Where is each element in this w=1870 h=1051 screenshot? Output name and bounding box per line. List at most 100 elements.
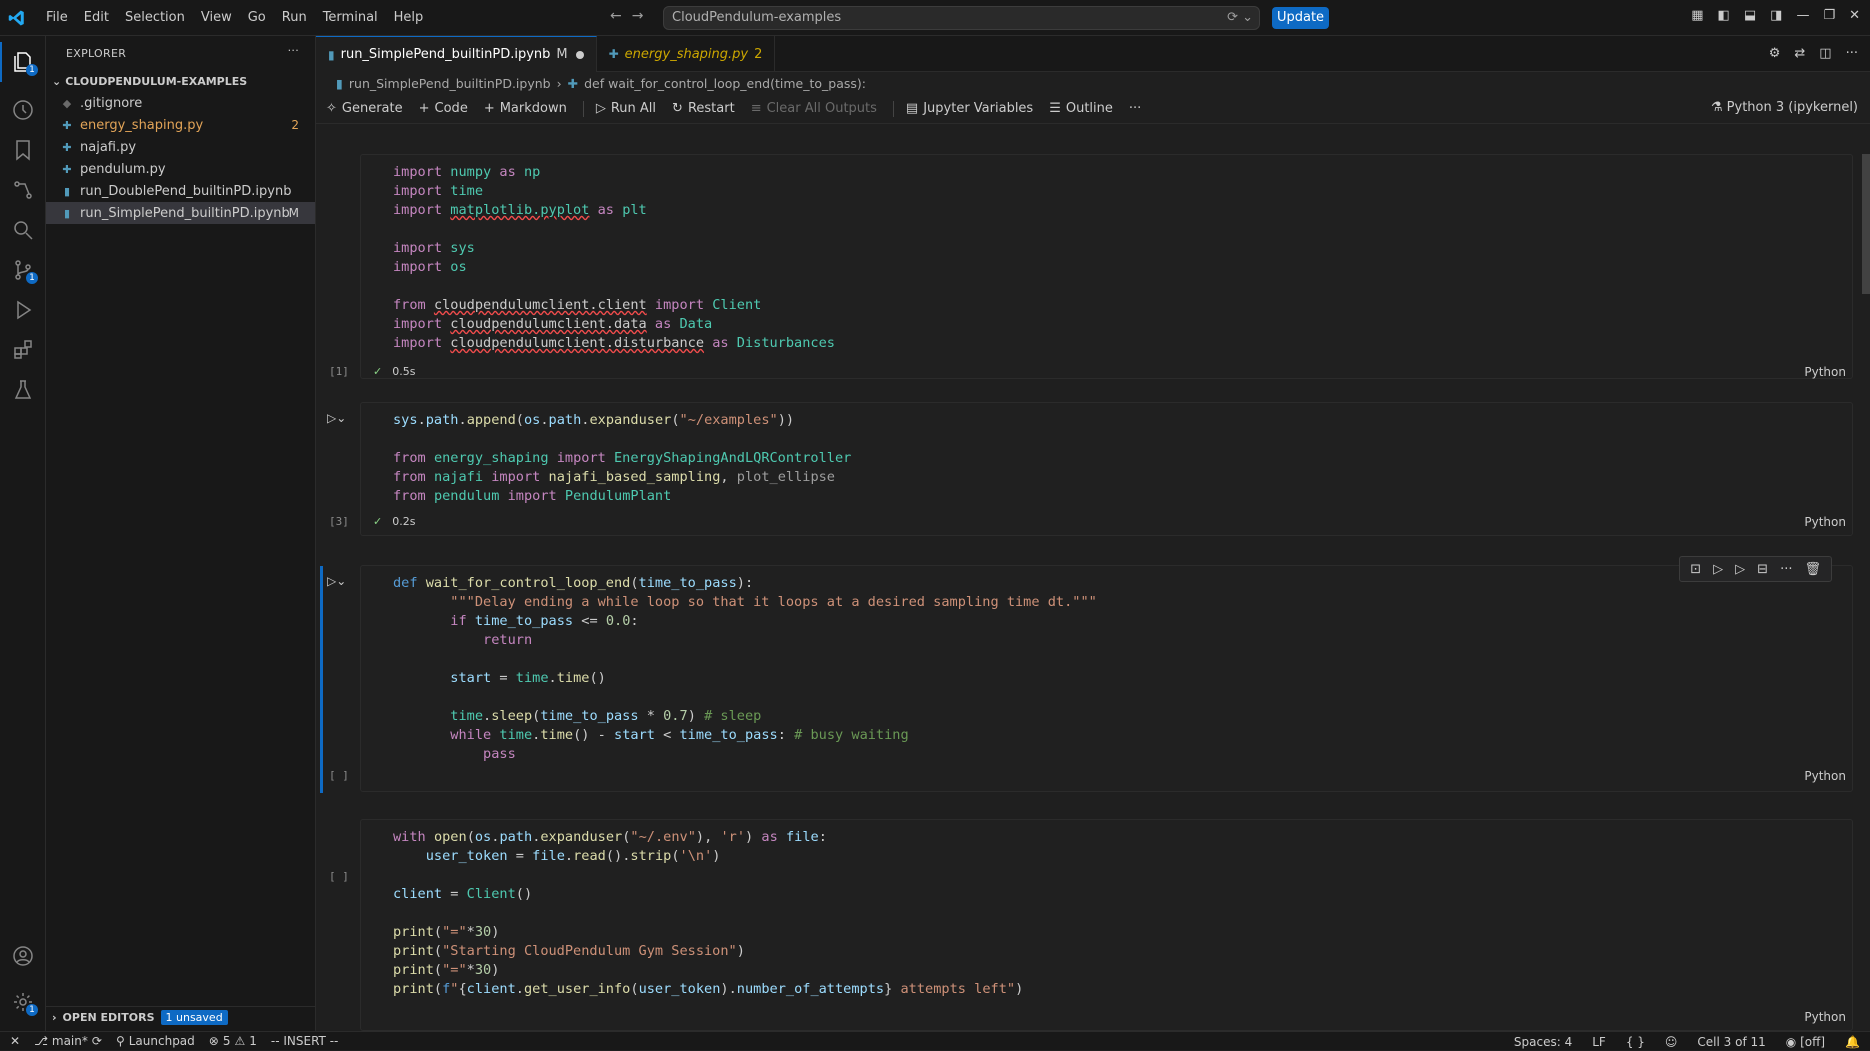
compare-icon[interactable]: ⇄: [1794, 46, 1805, 61]
more-actions-icon[interactable]: ···: [1129, 101, 1141, 116]
kernel-picker[interactable]: ⚗ Python 3 (ipykernel): [1711, 100, 1858, 115]
indentation-item[interactable]: Spaces: 4: [1514, 1035, 1572, 1049]
add-code-button[interactable]: + Code: [419, 101, 468, 116]
split-cell-icon[interactable]: ⊟: [1757, 562, 1768, 577]
cell-code[interactable]: def wait_for_control_loop_end(time_to_pa…: [393, 574, 1097, 764]
launchpad-item[interactable]: ⚲ Launchpad: [116, 1034, 195, 1048]
run-by-line-icon[interactable]: ⊡: [1690, 562, 1701, 577]
trash-icon[interactable]: 🗑: [1804, 562, 1821, 577]
execute-below-icon[interactable]: ▷: [1735, 562, 1745, 577]
command-center[interactable]: CloudPendulum-examples ⟳ ⌄: [663, 6, 1260, 30]
menu-view[interactable]: View: [193, 10, 240, 25]
restart-label: Restart: [687, 101, 735, 116]
code-cell[interactable]: import numpy as np import time import ma…: [329, 154, 1853, 379]
problems-item[interactable]: ⊗ 5 ⚠ 1: [209, 1034, 257, 1048]
testing-icon[interactable]: [0, 370, 46, 410]
workspace-folder[interactable]: ⌄ CLOUDPENDULUM-EXAMPLES: [46, 70, 315, 92]
extensions-icon[interactable]: [0, 330, 46, 370]
minimize-icon[interactable]: —: [1796, 8, 1809, 23]
explorer-icon[interactable]: 1: [0, 42, 46, 82]
code-cell[interactable]: ⊡ ▷ ▷ ⊟ ··· 🗑 ▷⌄ def wait_for_control_lo…: [320, 556, 1853, 793]
menu-file[interactable]: File: [38, 10, 76, 25]
menu-selection[interactable]: Selection: [117, 10, 193, 25]
search-icon[interactable]: [0, 210, 46, 250]
toggle-secondary-icon[interactable]: ◨: [1770, 8, 1782, 23]
open-editors-label: OPEN EDITORS: [62, 1011, 155, 1024]
forward-arrow-icon[interactable]: →: [632, 8, 644, 24]
generate-button[interactable]: ✧ Generate: [326, 101, 403, 116]
bookmark-icon[interactable]: [0, 130, 46, 170]
unsaved-dot-icon[interactable]: [575, 50, 584, 59]
breadcrumb-symbol[interactable]: def wait_for_control_loop_end(time_to_pa…: [584, 76, 866, 91]
clear-outputs-button[interactable]: ≡ Clear All Outputs: [751, 101, 877, 116]
tab-label: energy_shaping.py: [624, 46, 749, 62]
language-braces-item[interactable]: { }: [1626, 1035, 1645, 1049]
layout-icon[interactable]: ▦: [1691, 8, 1703, 23]
scrollbar[interactable]: [1860, 144, 1870, 1031]
more-actions-icon[interactable]: ···: [1846, 46, 1858, 61]
file-label: najafi.py: [80, 139, 137, 155]
file-item-pendulum[interactable]: ✚ pendulum.py: [46, 158, 315, 180]
back-arrow-icon[interactable]: ←: [610, 8, 622, 24]
eol-item[interactable]: LF: [1592, 1035, 1606, 1049]
scrollbar-thumb[interactable]: [1862, 154, 1870, 294]
timeline-icon[interactable]: [0, 90, 46, 130]
file-item-gitignore[interactable]: ◆ .gitignore: [46, 92, 315, 114]
copilot-icon[interactable]: ☺: [1665, 1035, 1678, 1049]
git-graph-icon[interactable]: [0, 170, 46, 210]
menu-go[interactable]: Go: [240, 10, 274, 25]
source-control-icon[interactable]: 1: [0, 250, 46, 290]
copilot-icon[interactable]: ⟳ ⌄: [1227, 7, 1253, 29]
cell-language[interactable]: Python: [1804, 515, 1846, 529]
python-file-icon: ✚: [62, 118, 72, 132]
restart-button[interactable]: ↻ Restart: [672, 101, 735, 116]
execute-above-icon[interactable]: ▷: [1713, 562, 1723, 577]
file-item-doublepend[interactable]: ▮ run_DoublePend_builtinPD.ipynb: [46, 180, 315, 202]
cell-code[interactable]: with open(os.path.expanduser("~/.env"), …: [393, 828, 1023, 999]
tab-simplepend[interactable]: ▮ run_SimplePend_builtinPD.ipynb M: [316, 36, 597, 72]
file-item-simplepend[interactable]: ▮ run_SimplePend_builtinPD.ipynb M: [46, 202, 315, 224]
cell-position[interactable]: Cell 3 of 11: [1697, 1035, 1765, 1049]
menu-terminal[interactable]: Terminal: [315, 10, 386, 25]
bell-icon[interactable]: 🔔: [1845, 1035, 1860, 1049]
close-icon[interactable]: ✕: [1849, 8, 1860, 23]
more-actions-icon[interactable]: ···: [288, 44, 299, 57]
file-item-najafi[interactable]: ✚ najafi.py: [46, 136, 315, 158]
menu-help[interactable]: Help: [386, 10, 432, 25]
run-cell-icon[interactable]: ▷⌄: [327, 411, 346, 425]
cell-code[interactable]: import numpy as np import time import ma…: [393, 163, 835, 353]
gear-icon[interactable]: ⚙: [1769, 46, 1781, 61]
restore-icon[interactable]: ❐: [1823, 8, 1835, 23]
code-cell[interactable]: with open(os.path.expanduser("~/.env"), …: [329, 819, 1853, 1031]
account-icon[interactable]: [0, 936, 46, 976]
toggle-panel-icon[interactable]: ⬓: [1744, 8, 1756, 23]
jupyter-variables-button[interactable]: ▤ Jupyter Variables: [906, 101, 1033, 116]
more-actions-icon[interactable]: ···: [1780, 562, 1792, 577]
add-markdown-button[interactable]: + Markdown: [484, 101, 567, 116]
run-all-button[interactable]: ▷ Run All: [596, 101, 656, 116]
tab-energy-shaping[interactable]: ✚ energy_shaping.py 2: [597, 36, 776, 72]
code-cell[interactable]: ▷⌄ sys.path.append(os.path.expanduser("~…: [327, 402, 1853, 536]
run-debug-icon[interactable]: [0, 290, 46, 330]
cell-language[interactable]: Python: [1804, 769, 1846, 783]
breadcrumb-file[interactable]: run_SimplePend_builtinPD.ipynb: [349, 76, 551, 91]
remote-icon[interactable]: ✕: [10, 1034, 20, 1048]
focus-indicator: [320, 566, 323, 793]
menu-run[interactable]: Run: [274, 10, 315, 25]
toggle-sidebar-icon[interactable]: ◧: [1718, 8, 1730, 23]
menu-edit[interactable]: Edit: [76, 10, 117, 25]
update-button[interactable]: Update: [1272, 7, 1329, 29]
cell-toolbar: ⊡ ▷ ▷ ⊟ ··· 🗑: [1679, 556, 1832, 582]
variables-label: Jupyter Variables: [923, 101, 1034, 116]
branch-item[interactable]: ⎇ main* ⟳: [34, 1034, 102, 1048]
open-editors-section[interactable]: › OPEN EDITORS 1 unsaved: [46, 1006, 316, 1028]
settings-gear-icon[interactable]: 1: [0, 982, 46, 1022]
cell-code[interactable]: sys.path.append(os.path.expanduser("~/ex…: [393, 411, 851, 506]
split-editor-icon[interactable]: ◫: [1819, 46, 1831, 61]
file-item-energy-shaping[interactable]: ✚ energy_shaping.py 2: [46, 114, 315, 136]
cell-language[interactable]: Python: [1804, 365, 1846, 379]
outline-button[interactable]: ☰ Outline: [1049, 101, 1113, 116]
cell-language[interactable]: Python: [1804, 1010, 1846, 1024]
run-cell-icon[interactable]: ▷⌄: [327, 574, 346, 588]
broadcast-item[interactable]: ◉ [off]: [1786, 1035, 1825, 1049]
